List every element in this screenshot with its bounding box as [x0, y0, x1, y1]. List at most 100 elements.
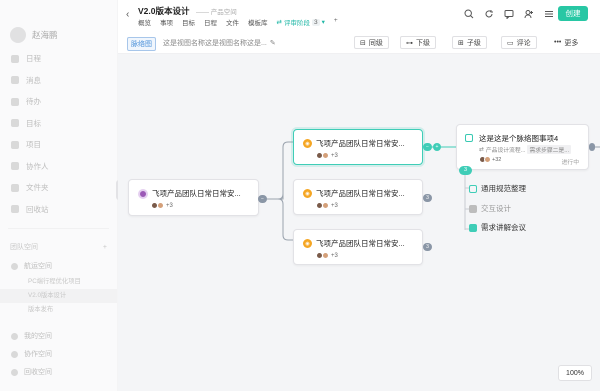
avatar: [322, 252, 329, 259]
comment-icon: ▭: [507, 39, 514, 47]
mind-map-node-child-3[interactable]: ◉ 飞项产品团队日常日常安... +3: [293, 229, 423, 265]
sidebar-item-trash[interactable]: 回收站: [0, 199, 117, 221]
space-icon: [11, 368, 18, 376]
task-icon: ◉: [303, 139, 312, 148]
back-icon[interactable]: ‹: [126, 9, 129, 20]
task-icon: ◉: [303, 189, 312, 198]
task-icon: ◉: [303, 239, 312, 248]
node-title: 飞项产品团队日常日常安...: [316, 139, 405, 148]
checkbox[interactable]: [469, 184, 477, 193]
avatar: [10, 27, 26, 43]
search-icon[interactable]: [463, 8, 474, 19]
tab-schedule[interactable]: 日程: [204, 17, 217, 27]
space-icon: [11, 262, 18, 270]
expand-toggle[interactable]: 3: [423, 243, 432, 251]
space-item[interactable]: 协作空间: [0, 345, 117, 363]
tab-goals[interactable]: 目标: [182, 17, 195, 27]
edit-pencil-icon[interactable]: ✎: [270, 39, 276, 47]
child-button[interactable]: ⊞ 子级: [452, 36, 487, 49]
plus-icon[interactable]: +: [103, 244, 107, 251]
chevron-down-icon: ▾: [321, 19, 325, 26]
chat-icon[interactable]: [503, 8, 514, 19]
status-text: 进行中: [561, 160, 579, 166]
sidebar-item-messages[interactable]: 消息: [0, 70, 117, 92]
checkbox-checked[interactable]: [469, 223, 477, 232]
flow-icon: ⇄: [479, 146, 484, 153]
tab-bar: 概览 事项 目标 日程 文件 模板库 ⇄ 评审阶段 3 ▾ +: [138, 17, 338, 27]
node-title: 飞项产品团队日常日常安...: [152, 189, 241, 198]
subtask-item[interactable]: 交互设计: [469, 203, 511, 214]
space-sub-item[interactable]: 版本发布: [0, 303, 117, 317]
user-profile[interactable]: 赵海鹏: [0, 0, 117, 48]
assignee-avatars: +3: [316, 202, 338, 209]
assignee-avatars: +3: [316, 152, 338, 159]
subtask-count-badge[interactable]: 3: [459, 166, 472, 175]
zoom-level[interactable]: 100%: [558, 365, 592, 381]
link-icon: ⊶: [406, 39, 413, 47]
node-title: 飞项产品团队日常日常安...: [316, 239, 405, 248]
sidebar-item-todo[interactable]: 待办: [0, 91, 117, 113]
mind-map-canvas[interactable]: 飞项产品团队日常日常安... +3 − ◉ 飞项产品团队日常日常安... +3 −…: [118, 54, 600, 391]
subtask-item[interactable]: 通用规范整理: [469, 183, 526, 194]
more-icon: •••: [554, 39, 562, 46]
sibling-icon: ⊟: [360, 39, 366, 47]
avatar: [322, 202, 329, 209]
view-type-chip[interactable]: 脉络图: [127, 37, 156, 51]
user-add-icon[interactable]: [523, 8, 534, 19]
sidebar-item-projects[interactable]: 项目: [0, 134, 117, 156]
sidebar-item-schedule[interactable]: 日程: [0, 48, 117, 70]
more-button[interactable]: ••• 更多: [548, 36, 585, 49]
add-tab-button[interactable]: +: [334, 17, 338, 27]
space-item[interactable]: 回收空间: [0, 363, 117, 381]
sidebar-item-folders[interactable]: 文件夹: [0, 177, 117, 199]
menu-icon[interactable]: [543, 8, 554, 19]
project-icon: [11, 140, 19, 149]
breadcrumb[interactable]: —— 产品空间: [196, 6, 237, 16]
expand-toggle[interactable]: −: [423, 143, 432, 151]
tag: 需求步骤二是...: [527, 145, 572, 154]
refresh-icon[interactable]: [483, 8, 494, 19]
sibling-button[interactable]: ⊟ 同级: [354, 36, 389, 49]
sidebar-item-goals[interactable]: 目标: [0, 113, 117, 135]
target-icon: [11, 119, 19, 128]
node-title: 飞项产品团队日常日常安...: [316, 189, 405, 198]
expand-toggle[interactable]: 3: [423, 194, 432, 202]
tab-files[interactable]: 文件: [226, 17, 239, 27]
space-item[interactable]: 我的空间: [0, 327, 117, 345]
view-name-field[interactable]: 这是视图名称这是视图名称这是... ✎: [163, 38, 276, 48]
tab-review-stage[interactable]: ⇄ 评审阶段 3 ▾: [277, 17, 325, 27]
comment-button[interactable]: ▭ 评论: [501, 36, 537, 49]
subtask-item[interactable]: 需求讲解会议: [469, 222, 526, 233]
checkbox-checked[interactable]: [469, 204, 477, 213]
tab-count-badge: 3: [311, 18, 320, 26]
flow-icon: ⇄: [276, 19, 282, 26]
expand-toggle[interactable]: [589, 143, 595, 151]
node-title: 这是这是个脉络图事项4: [479, 134, 559, 143]
assignee-avatars: +32: [479, 156, 501, 163]
create-button[interactable]: 创建: [558, 6, 588, 21]
tab-overview[interactable]: 概览: [138, 17, 151, 27]
checkbox[interactable]: [465, 134, 473, 142]
trash-icon: [11, 205, 19, 214]
sidebar-item-collaborators[interactable]: 协作人: [0, 156, 117, 178]
project-icon: [138, 188, 148, 199]
toolbar: 脉络图 这是视图名称这是视图名称这是... ✎ ⊟ 同级 ⊶ 下级 ⊞ 子级 ▭ 评论 …: [118, 30, 600, 54]
mind-map-node-leaf[interactable]: 这是这是个脉络图事项4 ⇄ 产品设计流程... 需求步骤二是... +32 进行中: [456, 124, 589, 170]
tab-items[interactable]: 事项: [160, 17, 173, 27]
mind-map-node-child-1[interactable]: ◉ 飞项产品团队日常日常安... +3: [293, 129, 423, 165]
header-icons: [463, 8, 554, 19]
mind-map-node-child-2[interactable]: ◉ 飞项产品团队日常日常安... +3: [293, 179, 423, 215]
tab-templates[interactable]: 模板库: [248, 17, 268, 27]
add-node-icon[interactable]: +: [433, 143, 441, 151]
folder-icon: [11, 183, 19, 192]
space-sub-item[interactable]: PC端行程优化项目: [0, 275, 117, 289]
assignee-avatars: +3: [151, 202, 173, 209]
mind-map-node-root[interactable]: 飞项产品团队日常日常安... +3: [128, 179, 259, 216]
expand-toggle[interactable]: −: [258, 195, 267, 203]
space-sub-item-active[interactable]: V2.0版本设计: [0, 289, 117, 303]
space-item[interactable]: 航运空间: [0, 257, 117, 275]
message-icon: [11, 76, 19, 85]
section-team-space[interactable]: 团队空间 +: [0, 237, 117, 257]
space-icon: [11, 332, 18, 340]
lower-button[interactable]: ⊶ 下级: [400, 36, 436, 49]
